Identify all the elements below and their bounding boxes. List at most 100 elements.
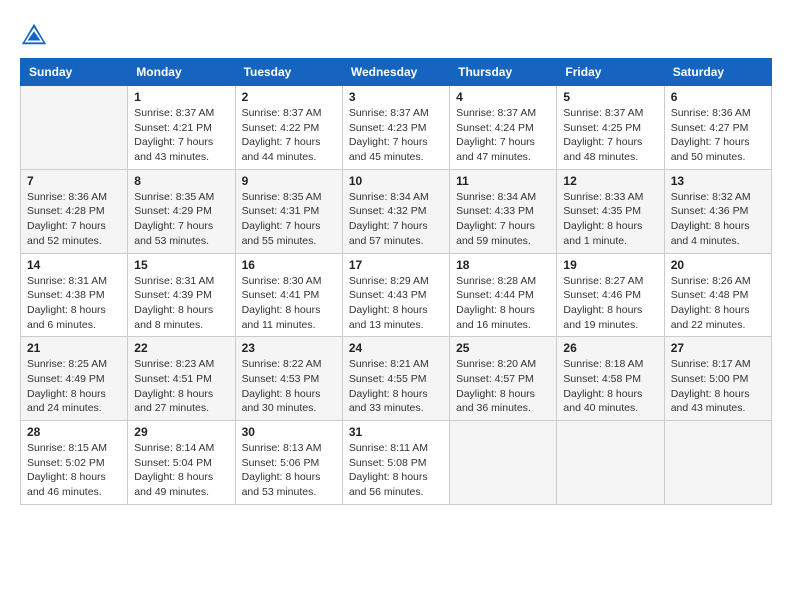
day-info: Sunrise: 8:37 AMSunset: 4:24 PMDaylight:… xyxy=(456,106,550,165)
calendar-cell: 24Sunrise: 8:21 AMSunset: 4:55 PMDayligh… xyxy=(342,337,449,421)
calendar-cell: 11 Sunrise: 8:34 AMSunset: 4:33 PMDayligh… xyxy=(450,169,557,253)
calendar-cell: 25 Sunrise: 8:20 AMSunset: 4:57 PMDayligh… xyxy=(450,337,557,421)
day-info: Sunrise: 8:37 AMSunset: 4:22 PMDaylight:… xyxy=(242,106,336,165)
day-info: Sunrise: 8:36 AMSunset: 4:27 PMDaylight:… xyxy=(671,106,765,165)
day-number: 14 xyxy=(27,258,121,272)
day-info: Sunrise: 8:34 AMSunset: 4:33 PMDaylight:… xyxy=(456,190,550,249)
day-info: Sunrise: 8:35 AMSunset: 4:29 PMDaylight:… xyxy=(134,190,228,249)
calendar-header-friday: Friday xyxy=(557,59,664,86)
calendar-cell: 16 Sunrise: 8:30 AMSunset: 4:41 PMDayligh… xyxy=(235,253,342,337)
calendar-cell: 5 Sunrise: 8:37 AMSunset: 4:25 PMDaylight… xyxy=(557,86,664,170)
day-number: 2 xyxy=(242,90,336,104)
day-info: Sunrise: 8:11 AMSunset: 5:08 PMDaylight:… xyxy=(349,441,443,500)
calendar-cell: 3 Sunrise: 8:37 AMSunset: 4:23 PMDaylight… xyxy=(342,86,449,170)
day-number: 28 xyxy=(27,425,121,439)
calendar-cell: 2 Sunrise: 8:37 AMSunset: 4:22 PMDaylight… xyxy=(235,86,342,170)
calendar-cell: 6 Sunrise: 8:36 AMSunset: 4:27 PMDaylight… xyxy=(664,86,771,170)
logo xyxy=(20,20,52,48)
calendar-header-sunday: Sunday xyxy=(21,59,128,86)
day-info: Sunrise: 8:36 AMSunset: 4:28 PMDaylight:… xyxy=(27,190,121,249)
calendar-week-5: 28 Sunrise: 8:15 AMSunset: 5:02 PMDayligh… xyxy=(21,421,772,505)
calendar-cell: 28 Sunrise: 8:15 AMSunset: 5:02 PMDayligh… xyxy=(21,421,128,505)
calendar-cell: 22 Sunrise: 8:23 AMSunset: 4:51 PMDayligh… xyxy=(128,337,235,421)
day-info: Sunrise: 8:22 AMSunset: 4:53 PMDaylight:… xyxy=(242,357,336,416)
calendar-week-4: 21 Sunrise: 8:25 AMSunset: 4:49 PMDayligh… xyxy=(21,337,772,421)
page-header xyxy=(20,20,772,48)
day-info: Sunrise: 8:15 AMSunset: 5:02 PMDaylight:… xyxy=(27,441,121,500)
calendar-header-wednesday: Wednesday xyxy=(342,59,449,86)
day-info: Sunrise: 8:33 AMSunset: 4:35 PMDaylight:… xyxy=(563,190,657,249)
day-number: 27 xyxy=(671,341,765,355)
calendar-header-thursday: Thursday xyxy=(450,59,557,86)
day-info: Sunrise: 8:30 AMSunset: 4:41 PMDaylight:… xyxy=(242,274,336,333)
calendar-header-saturday: Saturday xyxy=(664,59,771,86)
day-info: Sunrise: 8:26 AMSunset: 4:48 PMDaylight:… xyxy=(671,274,765,333)
calendar-cell: 29Sunrise: 8:14 AMSunset: 5:04 PMDayligh… xyxy=(128,421,235,505)
day-number: 25 xyxy=(456,341,550,355)
calendar-cell xyxy=(450,421,557,505)
day-info: Sunrise: 8:17 AMSunset: 5:00 PMDaylight:… xyxy=(671,357,765,416)
calendar-cell: 4 Sunrise: 8:37 AMSunset: 4:24 PMDaylight… xyxy=(450,86,557,170)
calendar-header-tuesday: Tuesday xyxy=(235,59,342,86)
calendar-cell: 26 Sunrise: 8:18 AMSunset: 4:58 PMDayligh… xyxy=(557,337,664,421)
day-number: 22 xyxy=(134,341,228,355)
day-number: 17 xyxy=(349,258,443,272)
day-info: Sunrise: 8:35 AMSunset: 4:31 PMDaylight:… xyxy=(242,190,336,249)
day-number: 29 xyxy=(134,425,228,439)
day-number: 3 xyxy=(349,90,443,104)
day-number: 16 xyxy=(242,258,336,272)
day-number: 31 xyxy=(349,425,443,439)
calendar-cell: 13 Sunrise: 8:32 AMSunset: 4:36 PMDayligh… xyxy=(664,169,771,253)
calendar-cell: 18 Sunrise: 8:28 AMSunset: 4:44 PMDayligh… xyxy=(450,253,557,337)
calendar-cell: 9Sunrise: 8:35 AMSunset: 4:31 PMDaylight… xyxy=(235,169,342,253)
calendar-cell: 19 Sunrise: 8:27 AMSunset: 4:46 PMDayligh… xyxy=(557,253,664,337)
logo-icon xyxy=(20,20,48,48)
calendar-table: SundayMondayTuesdayWednesdayThursdayFrid… xyxy=(20,58,772,505)
calendar-week-3: 14Sunrise: 8:31 AMSunset: 4:38 PMDayligh… xyxy=(21,253,772,337)
day-info: Sunrise: 8:28 AMSunset: 4:44 PMDaylight:… xyxy=(456,274,550,333)
calendar-cell: 15 Sunrise: 8:31 AMSunset: 4:39 PMDayligh… xyxy=(128,253,235,337)
day-number: 5 xyxy=(563,90,657,104)
calendar-header-monday: Monday xyxy=(128,59,235,86)
calendar-cell: 1Sunrise: 8:37 AMSunset: 4:21 PMDaylight… xyxy=(128,86,235,170)
calendar-cell xyxy=(557,421,664,505)
day-info: Sunrise: 8:18 AMSunset: 4:58 PMDaylight:… xyxy=(563,357,657,416)
day-info: Sunrise: 8:37 AMSunset: 4:23 PMDaylight:… xyxy=(349,106,443,165)
day-number: 26 xyxy=(563,341,657,355)
calendar-cell: 27 Sunrise: 8:17 AMSunset: 5:00 PMDayligh… xyxy=(664,337,771,421)
calendar-cell: 20 Sunrise: 8:26 AMSunset: 4:48 PMDayligh… xyxy=(664,253,771,337)
day-number: 18 xyxy=(456,258,550,272)
calendar-header-row: SundayMondayTuesdayWednesdayThursdayFrid… xyxy=(21,59,772,86)
day-info: Sunrise: 8:13 AMSunset: 5:06 PMDaylight:… xyxy=(242,441,336,500)
day-number: 7 xyxy=(27,174,121,188)
day-number: 30 xyxy=(242,425,336,439)
calendar-week-1: 1Sunrise: 8:37 AMSunset: 4:21 PMDaylight… xyxy=(21,86,772,170)
day-number: 13 xyxy=(671,174,765,188)
day-number: 21 xyxy=(27,341,121,355)
day-info: Sunrise: 8:37 AMSunset: 4:25 PMDaylight:… xyxy=(563,106,657,165)
day-info: Sunrise: 8:25 AMSunset: 4:49 PMDaylight:… xyxy=(27,357,121,416)
day-number: 8 xyxy=(134,174,228,188)
calendar-cell: 31 Sunrise: 8:11 AMSunset: 5:08 PMDayligh… xyxy=(342,421,449,505)
day-number: 6 xyxy=(671,90,765,104)
day-info: Sunrise: 8:23 AMSunset: 4:51 PMDaylight:… xyxy=(134,357,228,416)
day-number: 12 xyxy=(563,174,657,188)
day-number: 11 xyxy=(456,174,550,188)
day-number: 15 xyxy=(134,258,228,272)
day-info: Sunrise: 8:21 AMSunset: 4:55 PMDaylight:… xyxy=(349,357,443,416)
day-info: Sunrise: 8:34 AMSunset: 4:32 PMDaylight:… xyxy=(349,190,443,249)
day-number: 19 xyxy=(563,258,657,272)
day-number: 23 xyxy=(242,341,336,355)
day-number: 1 xyxy=(134,90,228,104)
calendar-week-2: 7 Sunrise: 8:36 AMSunset: 4:28 PMDaylight… xyxy=(21,169,772,253)
calendar-cell: 23 Sunrise: 8:22 AMSunset: 4:53 PMDayligh… xyxy=(235,337,342,421)
day-number: 20 xyxy=(671,258,765,272)
day-info: Sunrise: 8:20 AMSunset: 4:57 PMDaylight:… xyxy=(456,357,550,416)
day-info: Sunrise: 8:32 AMSunset: 4:36 PMDaylight:… xyxy=(671,190,765,249)
calendar-cell xyxy=(664,421,771,505)
calendar-cell: 7 Sunrise: 8:36 AMSunset: 4:28 PMDaylight… xyxy=(21,169,128,253)
day-info: Sunrise: 8:27 AMSunset: 4:46 PMDaylight:… xyxy=(563,274,657,333)
day-info: Sunrise: 8:31 AMSunset: 4:39 PMDaylight:… xyxy=(134,274,228,333)
day-info: Sunrise: 8:29 AMSunset: 4:43 PMDaylight:… xyxy=(349,274,443,333)
day-number: 4 xyxy=(456,90,550,104)
